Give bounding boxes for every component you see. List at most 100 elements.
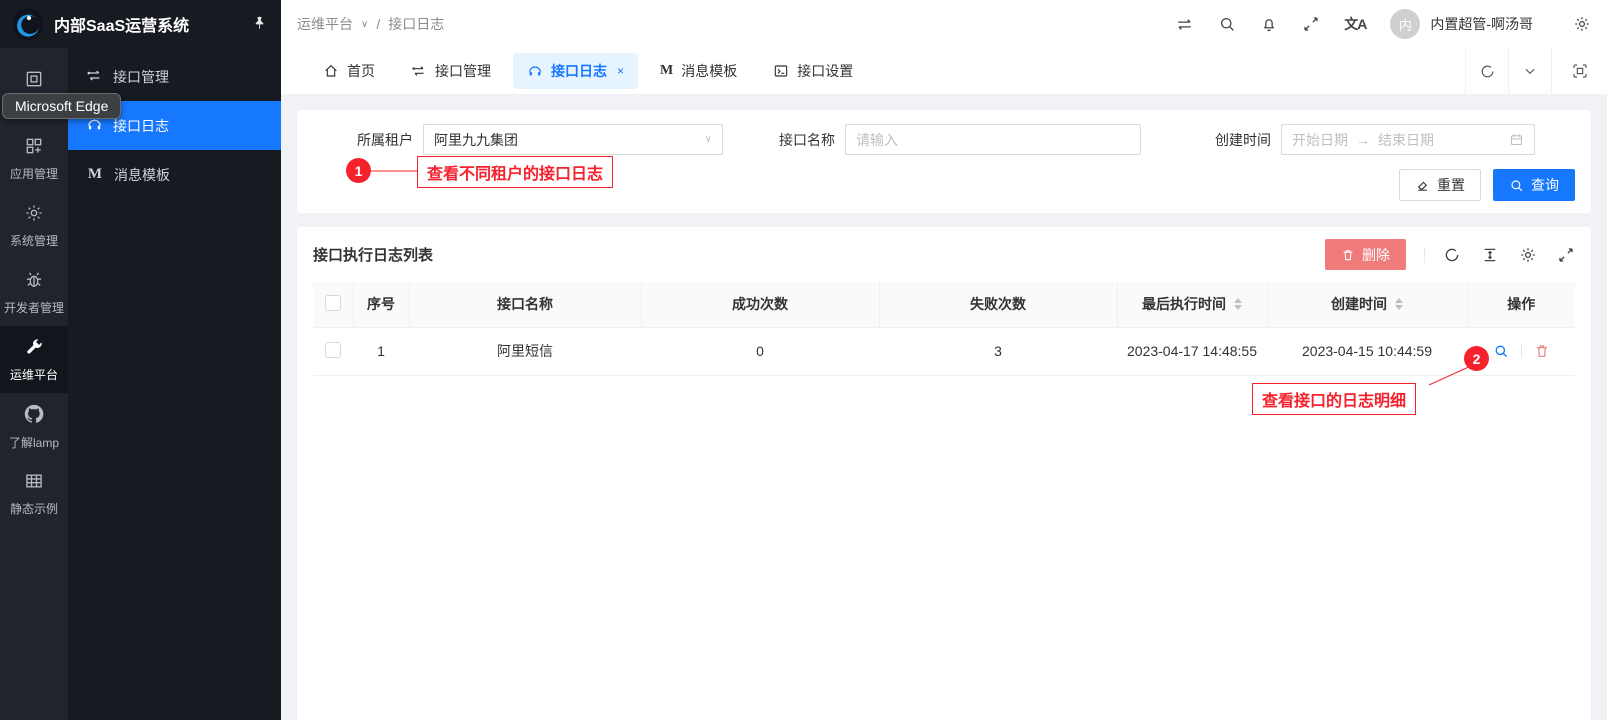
annotation-badge-2: 2 — [1464, 346, 1489, 371]
maximize-layout-icon[interactable] — [1551, 48, 1607, 94]
tab-home[interactable]: 首页 — [309, 53, 389, 89]
switch-tenant-icon[interactable] — [1175, 15, 1194, 34]
range-arrow-icon: → — [1356, 132, 1370, 148]
refresh-table-icon[interactable] — [1443, 246, 1461, 264]
query-button[interactable]: 查询 — [1493, 169, 1575, 201]
tab-interface-log[interactable]: 接口日志 × — [513, 53, 638, 89]
row-checkbox[interactable] — [325, 342, 341, 358]
tenant-select[interactable]: 阿里九九集团 ∨ — [423, 124, 723, 155]
col-fail-count: 失败次数 — [879, 282, 1117, 327]
swap-icon — [86, 67, 103, 87]
rail-item-static[interactable]: 静态示例 — [0, 460, 68, 527]
rail-item-system[interactable]: 系统管理 — [0, 192, 68, 259]
search-icon[interactable] — [1218, 15, 1236, 33]
create-time-label: 创建时间 — [1215, 130, 1271, 150]
tenant-icon — [24, 69, 44, 92]
user-name: 内置超管-啊汤哥 — [1430, 14, 1533, 34]
home-icon — [323, 63, 339, 79]
col-interface-name: 接口名称 — [409, 282, 641, 327]
bell-icon[interactable] — [1260, 15, 1278, 33]
breadcrumb-current: 接口日志 — [388, 14, 444, 34]
fullscreen-icon[interactable] — [1302, 15, 1320, 33]
col-actions: 操作 — [1467, 282, 1575, 327]
delete-button[interactable]: 删除 — [1325, 239, 1406, 270]
sort-icon[interactable] — [1395, 298, 1403, 310]
table-title: 接口执行日志列表 — [313, 244, 433, 265]
logo-bar: 内部SaaS运营系统 — [0, 0, 281, 48]
expand-table-icon[interactable] — [1557, 246, 1575, 264]
sort-icon[interactable] — [1234, 298, 1242, 310]
search-icon — [1509, 178, 1524, 193]
annotation-note-1: 查看不同租户的接口日志 — [417, 156, 613, 188]
cell-success-count: 0 — [641, 327, 879, 375]
breadcrumb-parent[interactable]: 运维平台 — [297, 14, 353, 34]
breadcrumb-separator: / — [376, 16, 380, 32]
tab-list-chevron-icon[interactable] — [1508, 48, 1551, 94]
annotation-note-2: 查看接口的日志明细 — [1252, 383, 1416, 415]
terminal-icon — [773, 63, 789, 79]
menu-item-message-template[interactable]: M 消息模板 — [68, 150, 281, 199]
divider — [1521, 344, 1522, 358]
eraser-icon — [1415, 178, 1430, 193]
tab-bar: 首页 接口管理 接口日志 × M 消息模板 接口设置 — [281, 48, 1607, 95]
top-header: 运维平台 ∨ / 接口日志 文A 内 内置超管-啊汤哥 — [281, 0, 1607, 48]
cell-interface-name: 阿里短信 — [409, 327, 641, 375]
wrench-icon — [24, 337, 44, 360]
cell-fail-count: 3 — [879, 327, 1117, 375]
left-sidebar: 内部SaaS运营系统 租户管理 应用管理 系统管理 — [0, 0, 281, 720]
headphones-icon — [527, 63, 543, 79]
rail-item-lamp[interactable]: 了解lamp — [0, 393, 68, 460]
pin-icon[interactable] — [252, 15, 267, 33]
interface-name-label: 接口名称 — [779, 130, 835, 150]
settings-gear-icon[interactable] — [1573, 15, 1591, 33]
divider — [1424, 247, 1425, 263]
trash-icon — [1341, 248, 1355, 262]
message-template-icon: M — [660, 63, 673, 79]
tab-interface-manage[interactable]: 接口管理 — [397, 53, 505, 89]
chevron-down-icon: ∨ — [705, 134, 712, 145]
main-area: 运维平台 ∨ / 接口日志 文A 内 内置超管-啊汤哥 — [281, 0, 1607, 720]
date-range-picker[interactable]: 开始日期 → 结束日期 — [1281, 124, 1535, 155]
col-create-time[interactable]: 创建时间 — [1267, 282, 1467, 327]
translate-icon[interactable]: 文A — [1344, 14, 1366, 34]
reset-button[interactable]: 重置 — [1399, 169, 1481, 201]
cell-index: 1 — [353, 327, 409, 375]
swap-icon — [411, 63, 427, 79]
select-all-checkbox[interactable] — [325, 295, 341, 311]
app-logo — [12, 8, 44, 40]
tenant-select-value: 阿里九九集团 — [434, 130, 705, 150]
app-title: 内部SaaS运营系统 — [54, 12, 252, 36]
delete-row-icon[interactable] — [1534, 343, 1550, 359]
log-table: 序号 接口名称 成功次数 失败次数 最后执行时间 创建时间 — [313, 282, 1575, 376]
tab-message-template[interactable]: M 消息模板 — [646, 53, 751, 89]
row-density-icon[interactable] — [1481, 246, 1499, 264]
col-last-exec-time[interactable]: 最后执行时间 — [1117, 282, 1267, 327]
table-row: 1 阿里短信 0 3 2023-04-17 14:48:55 2023-04-1… — [313, 327, 1575, 375]
grid-table-icon — [24, 471, 44, 494]
bug-icon — [24, 270, 44, 293]
rail-item-ops[interactable]: 运维平台 — [0, 326, 68, 393]
chevron-down-icon: ∨ — [361, 19, 368, 30]
breadcrumb: 运维平台 ∨ / 接口日志 — [297, 14, 444, 34]
log-list-panel: 接口执行日志列表 删除 — [297, 227, 1591, 720]
rail-item-apps[interactable]: 应用管理 — [0, 125, 68, 192]
interface-name-input[interactable] — [845, 124, 1141, 155]
column-settings-gear-icon[interactable] — [1519, 246, 1537, 264]
col-index: 序号 — [353, 282, 409, 327]
tab-interface-settings[interactable]: 接口设置 — [759, 53, 867, 89]
gear-icon — [24, 203, 44, 226]
rail-item-developer[interactable]: 开发者管理 — [0, 259, 68, 326]
avatar: 内 — [1390, 9, 1420, 39]
table-header-row: 序号 接口名称 成功次数 失败次数 最后执行时间 创建时间 — [313, 282, 1575, 327]
calendar-icon — [1509, 132, 1524, 147]
secondary-nav: 接口管理 接口日志 M 消息模板 — [68, 48, 281, 720]
user-menu[interactable]: 内 内置超管-啊汤哥 — [1390, 9, 1533, 39]
refresh-tab-icon[interactable] — [1465, 48, 1508, 94]
github-icon — [23, 403, 45, 428]
close-tab-icon[interactable]: × — [617, 64, 624, 78]
col-success-count: 成功次数 — [641, 282, 879, 327]
message-template-icon: M — [86, 166, 104, 183]
view-log-detail-icon[interactable] — [1493, 343, 1509, 359]
annotation-badge-1: 1 — [346, 158, 371, 183]
tenant-filter-label: 所属租户 — [357, 130, 413, 150]
